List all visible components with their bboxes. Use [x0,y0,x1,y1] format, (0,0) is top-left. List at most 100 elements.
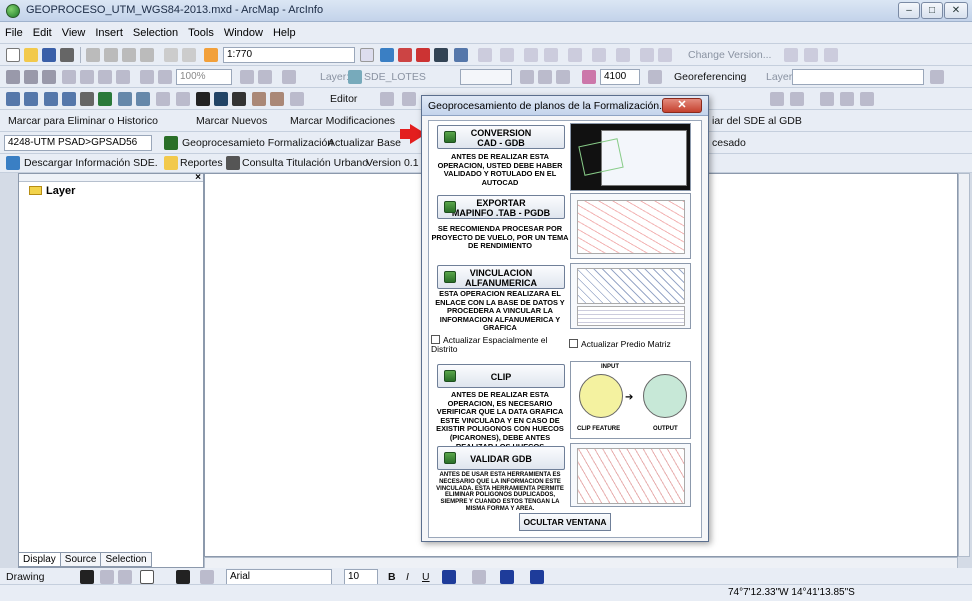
reconcile-icon[interactable] [784,48,798,62]
download-sde-button[interactable]: Descargar Información SDE. [24,155,158,171]
sketch-icon[interactable] [544,48,558,62]
select-elements-icon-2[interactable] [80,570,94,584]
fill-color-icon[interactable] [472,570,486,584]
tab-selection[interactable]: Selection [100,552,152,567]
find-icon[interactable] [232,92,246,106]
mark-new-button[interactable]: Marcar Nuevos [196,113,267,129]
version-icon[interactable] [640,48,654,62]
save-icon[interactable] [42,48,56,62]
zoom-out-icon[interactable] [24,92,38,106]
close-icon[interactable]: × [195,172,201,183]
validate-gdb-button[interactable]: VALIDAR GDB [437,446,565,470]
python-window-icon[interactable] [434,48,448,62]
full-extent-icon[interactable] [98,92,112,106]
brightness-icon[interactable] [538,70,552,84]
change-version-button[interactable]: Change Version... [688,47,771,63]
layer-selector[interactable]: SDE_LOTES [364,69,426,85]
transparency-icon[interactable] [556,70,570,84]
trace-icon[interactable] [478,48,492,62]
drawing-menu[interactable]: Drawing [6,569,45,585]
toggle-draft-icon[interactable] [240,70,254,84]
filter-icon[interactable] [592,48,606,62]
dialog-close-button[interactable]: ✕ [662,98,702,113]
forward-icon[interactable] [136,92,150,106]
font-color-icon[interactable] [442,570,456,584]
underline-button[interactable]: U [422,569,430,585]
copy-icon[interactable] [104,48,118,62]
menu-view[interactable]: View [57,22,91,44]
misc-tool-icon-1[interactable] [770,92,784,106]
undo-icon[interactable] [164,48,178,62]
text-icon[interactable] [176,570,190,584]
line-color-icon[interactable] [500,570,514,584]
measure-icon[interactable] [270,92,284,106]
fixed-zoom-in-icon[interactable] [98,70,112,84]
redo-icon[interactable] [182,48,196,62]
misc-tool-icon-2[interactable] [790,92,804,106]
back-icon[interactable] [118,92,132,106]
pan-page-icon[interactable] [42,70,56,84]
menu-selection[interactable]: Selection [128,22,183,44]
zoom-to-elements-icon[interactable] [118,570,132,584]
menu-window[interactable]: Window [219,22,268,44]
zoom-100-icon[interactable] [80,70,94,84]
mark-modifications-button[interactable]: Marcar Modificaciones [290,113,395,129]
font-size-dropdown[interactable]: 10 [344,569,378,585]
georef-layer-dropdown[interactable] [792,69,924,85]
reshape-icon[interactable] [568,48,582,62]
delete-icon[interactable] [140,48,154,62]
xy-icon[interactable] [252,92,266,106]
catalog-icon[interactable] [416,48,430,62]
rotate-icon[interactable] [100,570,114,584]
checkbox-update-spatial[interactable]: Actualizar Espacialmente el Distrito [431,335,561,354]
shrink-icon[interactable] [62,92,76,106]
version-manager-icon[interactable] [824,48,838,62]
misc-tool-icon-3[interactable] [820,92,834,106]
menu-tools[interactable]: Tools [183,22,219,44]
processed-button[interactable]: cesado [712,135,746,151]
menu-edit[interactable]: Edit [28,22,57,44]
menu-insert[interactable]: Insert [90,22,128,44]
menu-file[interactable]: File [0,22,28,44]
select-features-icon[interactable] [156,92,170,106]
paste-icon[interactable] [122,48,136,62]
geoproc-formalization-button[interactable]: Geoprocesamieto Formalización [182,135,333,151]
open-folder-icon[interactable] [24,48,38,62]
stepper-icon[interactable] [648,70,662,84]
zoom-whole-page-icon[interactable] [62,70,76,84]
misc-tool-icon-4[interactable] [840,92,854,106]
editor-toolbar-icon[interactable] [380,48,394,62]
layer-dropdown[interactable] [460,69,512,85]
georeferencing-menu[interactable]: Georeferencing [674,69,746,85]
hyperlink-icon[interactable] [290,92,304,106]
conversion-cad-gdb-button[interactable]: CONVERSION CAD - GDB [437,125,565,149]
reports-button[interactable]: Reportes [180,155,223,171]
urban-titling-button[interactable]: Consulta Titulación Urbano [242,155,368,171]
copy-sde-gdb-button[interactable]: iar del SDE al GDB [712,113,802,129]
help-pointer-icon[interactable] [454,48,468,62]
zoom-out-page-icon[interactable] [24,70,38,84]
toc-root-layer[interactable]: Layer [29,185,75,197]
font-dropdown[interactable]: Arial [226,569,332,585]
hide-window-button[interactable]: OCULTAR VENTANA [519,513,611,531]
rectangle-icon[interactable] [140,570,154,584]
marker-color-icon[interactable] [530,570,544,584]
new-document-icon[interactable] [6,48,20,62]
snap-icon[interactable] [500,48,514,62]
mark-delete-historic-button[interactable]: Marcar para Eliminar o Historico [8,113,158,129]
pan-icon[interactable] [80,92,94,106]
zoom-in-page-icon[interactable] [6,70,20,84]
spline-icon[interactable] [200,570,214,584]
attributes-icon[interactable] [616,48,630,62]
chevron-down-icon[interactable] [360,48,374,62]
tab-display[interactable]: Display [18,552,61,567]
checkbox-update-parent[interactable]: Actualizar Predio Matriz [569,339,699,349]
checkbox-box[interactable] [431,335,440,344]
close-window-button[interactable]: ✕ [944,2,968,19]
tab-source[interactable]: Source [59,552,102,567]
previous-extent-icon[interactable] [140,70,154,84]
zoom-in-icon[interactable] [6,92,20,106]
vertical-scrollbar[interactable] [958,173,970,557]
layout-zoom-field[interactable]: 100% [176,69,232,85]
contrast-icon[interactable] [520,70,534,84]
